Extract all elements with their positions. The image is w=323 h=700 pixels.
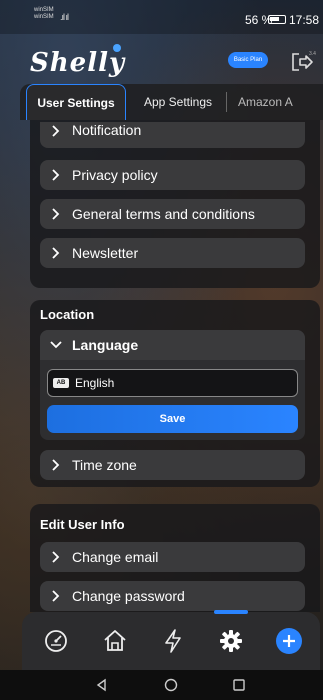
- active-tab-indicator: [214, 610, 248, 614]
- clock: 17:58: [289, 13, 320, 27]
- chevron-right-icon: [52, 208, 60, 220]
- recents-icon[interactable]: [232, 678, 246, 692]
- time-zone-row[interactable]: Time zone: [40, 450, 305, 480]
- chevron-right-icon: [52, 551, 60, 563]
- edit-user-title: Edit User Info: [40, 517, 125, 532]
- change-email-label: Change email: [72, 549, 159, 565]
- language-header[interactable]: Language: [40, 330, 305, 360]
- system-nav-bar: [0, 670, 323, 700]
- chevron-right-icon: [52, 459, 60, 471]
- newsletter-label: Newsletter: [72, 245, 139, 261]
- chevron-right-icon: [52, 590, 60, 602]
- signal-icon: .ıl ıl: [60, 12, 69, 22]
- settings-icon[interactable]: [216, 626, 246, 656]
- newsletter-row[interactable]: Newsletter: [40, 238, 305, 268]
- chevron-right-icon: [52, 247, 60, 259]
- add-icon[interactable]: [274, 626, 304, 656]
- plan-badge[interactable]: Basic Plan: [228, 52, 268, 68]
- language-value: English: [75, 376, 115, 390]
- privacy-policy-label: Privacy policy: [72, 167, 158, 183]
- language-icon: AB: [53, 378, 69, 388]
- battery-icon: [268, 15, 286, 24]
- home-icon[interactable]: [100, 626, 130, 656]
- dashboard-icon[interactable]: [41, 626, 71, 656]
- time-zone-label: Time zone: [72, 457, 137, 473]
- tab-amazon[interactable]: Amazon A: [230, 84, 323, 120]
- notification-row[interactable]: Notification: [40, 122, 305, 148]
- change-email-row[interactable]: Change email: [40, 542, 305, 572]
- tab-app-settings[interactable]: App Settings: [133, 84, 223, 120]
- chevron-down-icon: [50, 341, 62, 349]
- carrier-label: winSIM winSIM: [34, 7, 54, 20]
- change-password-row[interactable]: Change password: [40, 581, 305, 611]
- back-icon[interactable]: [95, 678, 109, 692]
- change-password-label: Change password: [72, 588, 185, 604]
- terms-row[interactable]: General terms and conditions: [40, 199, 305, 229]
- notification-label: Notification: [72, 122, 142, 138]
- location-title: Location: [40, 307, 95, 322]
- home-circle-icon[interactable]: [164, 678, 178, 692]
- language-label: Language: [72, 337, 139, 353]
- chevron-right-icon: [52, 125, 60, 137]
- privacy-policy-row[interactable]: Privacy policy: [40, 160, 305, 190]
- terms-label: General terms and conditions: [72, 206, 255, 222]
- app-logo: Shelly: [30, 48, 126, 78]
- tab-user-settings[interactable]: User Settings: [26, 84, 126, 120]
- chevron-right-icon: [52, 169, 60, 181]
- save-button[interactable]: Save: [47, 405, 298, 433]
- logout-icon[interactable]: [290, 52, 314, 72]
- tab-separator: [226, 92, 227, 112]
- logo-dot: [113, 44, 121, 52]
- actions-icon[interactable]: [158, 626, 188, 656]
